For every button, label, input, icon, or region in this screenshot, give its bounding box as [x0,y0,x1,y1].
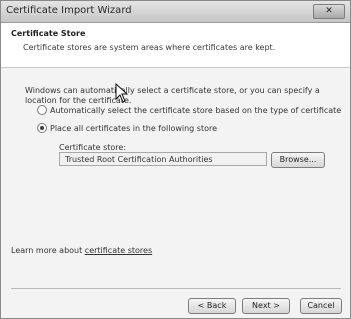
auto-select-store-option[interactable]: Automatically select the certificate sto… [37,105,341,116]
auto-select-label: Automatically select the certificate sto… [50,106,342,115]
page-title: Certificate Store [11,29,86,38]
place-in-store-radio[interactable] [37,123,47,133]
title-bar: Certificate Import Wizard ✕ [1,1,350,23]
footer-separator [11,288,341,289]
place-in-store-option[interactable]: Place all certificates in the following … [37,123,217,134]
place-in-store-label: Place all certificates in the following … [50,124,218,133]
page-description: Certificate stores are system areas wher… [23,43,276,52]
learn-more-text: Learn more about certificate stores [11,246,152,255]
certificate-import-wizard-window: Certificate Import Wizard ✕ Certificate … [0,0,351,319]
certificate-stores-link[interactable]: certificate stores [85,246,152,255]
learn-more-prefix: Learn more about [11,246,85,255]
close-button[interactable]: ✕ [313,4,345,19]
certificate-store-label: Certificate store: [59,143,127,152]
next-button[interactable]: Next > [242,298,290,314]
wizard-header: Certificate Store Certificate stores are… [1,23,350,68]
back-button[interactable]: < Back [188,298,236,314]
mouse-pointer-icon [115,83,129,103]
auto-select-radio[interactable] [37,105,47,115]
certificate-store-field: Trusted Root Certification Authorities [59,152,267,166]
browse-button[interactable]: Browse... [271,152,325,168]
cancel-button[interactable]: Cancel [300,298,342,314]
intro-text: Windows can automatically select a certi… [25,86,320,105]
window-title: Certificate Import Wizard [6,5,132,16]
